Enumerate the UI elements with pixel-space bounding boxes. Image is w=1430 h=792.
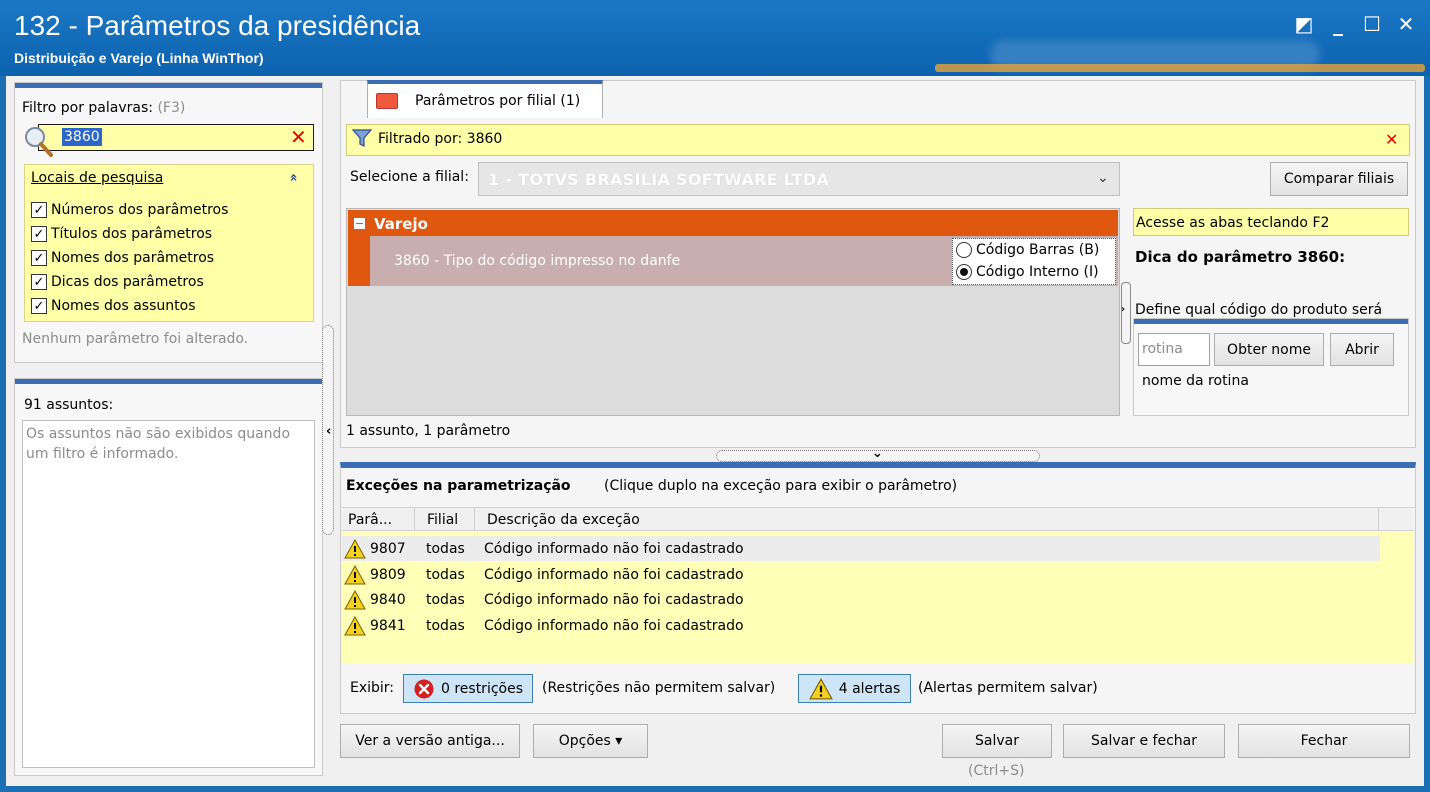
checkbox-icon[interactable]: ✓ (31, 274, 47, 290)
window-subtitle: Distribuição e Varejo (Linha WinThor) (14, 50, 264, 66)
clear-search-icon[interactable]: ✕ (290, 124, 307, 150)
warning-icon (344, 564, 366, 584)
search-value[interactable]: 3860 (62, 128, 102, 146)
blurred-region-accent (935, 64, 1425, 72)
collapse-down-icon[interactable]: ⌄ (872, 446, 883, 461)
expand-right-icon[interactable]: › (1121, 304, 1125, 315)
cell-description: Código informado não foi cadastrado (484, 617, 744, 634)
open-button[interactable]: Abrir (1330, 333, 1394, 366)
checkbox-icon[interactable]: ✓ (31, 250, 47, 266)
alerts-toggle-button[interactable]: 4 alertas (798, 674, 911, 703)
branch-selected-value[interactable]: 1 - TOTVS BRASILIA SOFTWARE LTDA (488, 170, 829, 189)
row-indent (348, 236, 370, 286)
routine-input[interactable]: rotina (1138, 333, 1210, 366)
warning-icon (344, 615, 366, 635)
checkbox-param-numbers[interactable]: ✓ Números dos parâmetros (31, 199, 228, 221)
cell-branch: todas (426, 540, 465, 557)
exceptions-hint: (Clique duplo na exceção para exibir o p… (604, 478, 958, 494)
checkbox-icon[interactable]: ✓ (31, 202, 47, 218)
checkbox-param-names[interactable]: ✓ Nomes dos parâmetros (31, 247, 214, 269)
restore-icon[interactable]: ◩ (1290, 10, 1318, 38)
cell-param: 9841 (370, 617, 406, 634)
filtered-by-bar (346, 124, 1410, 156)
maximize-button[interactable]: ☐ (1358, 10, 1386, 38)
checkbox-subject-names[interactable]: ✓ Nomes dos assuntos (31, 295, 196, 317)
show-label: Exibir: (350, 680, 395, 696)
checkbox-icon[interactable]: ✓ (31, 298, 47, 314)
collapse-group-icon[interactable] (354, 218, 365, 229)
checkbox-icon[interactable]: ✓ (31, 226, 47, 242)
branch-label: Selecione a filial: (350, 169, 469, 185)
column-header-description[interactable]: Descrição da exceção (487, 512, 640, 528)
column-header-param[interactable]: Parâ... (348, 512, 392, 528)
filter-label: Filtro por palavras: (F3) (22, 100, 186, 116)
tip-body: Define qual código do produto será (1135, 302, 1383, 317)
tip-body-container: Define qual código do produto será (1133, 300, 1409, 317)
warning-icon (344, 538, 366, 558)
cell-branch: todas (426, 617, 465, 634)
group-header[interactable] (348, 210, 1118, 236)
restrictions-toggle-button[interactable]: 0 restrições (403, 674, 533, 703)
table-row[interactable]: 9840 todas Código informado não foi cada… (344, 587, 744, 612)
options-button[interactable]: Opções ▾ (533, 724, 648, 758)
minimize-button[interactable]: _ (1324, 10, 1352, 38)
collapse-icon[interactable]: » (287, 173, 302, 181)
funnel-icon (351, 129, 373, 147)
cell-description: Código informado não foi cadastrado (484, 540, 744, 557)
group-label: Varejo (374, 215, 428, 233)
clear-filter-icon[interactable]: ✕ (1385, 130, 1398, 149)
parameter-name: 3860 - Tipo do código impresso no danfe (394, 253, 681, 269)
radio-barcode[interactable]: Código Barras (B) (956, 242, 1099, 258)
cell-param: 9840 (370, 591, 406, 608)
get-name-button[interactable]: Obter nome (1214, 333, 1324, 366)
routine-name-label: nome da rotina (1142, 373, 1249, 389)
parameter-count: 1 assunto, 1 parâmetro (346, 423, 511, 439)
tip-bar-text: Acesse as abas teclando F2 (1136, 215, 1330, 231)
filter-shortcut-hint: (F3) (157, 100, 186, 116)
subjects-message: Os assuntos não são exibidos quando um f… (26, 426, 291, 462)
exceptions-title: Exceções na parametrização (346, 478, 571, 494)
save-and-close-button[interactable]: Salvar e fechar (1063, 724, 1225, 758)
column-header-branch[interactable]: Filial (427, 512, 458, 528)
old-version-button[interactable]: Ver a versão antiga... (340, 724, 520, 758)
table-row[interactable]: 9809 todas Código informado não foi cada… (344, 562, 744, 587)
alerts-note: (Alertas permitem salvar) (918, 680, 1098, 696)
radio-icon[interactable] (956, 242, 972, 258)
cell-description: Código informado não foi cadastrado (484, 591, 744, 608)
checkbox-param-tips[interactable]: ✓ Dicas dos parâmetros (31, 271, 204, 293)
table-row[interactable]: 9841 todas Código informado não foi cada… (344, 613, 744, 638)
collapse-left-icon[interactable]: ‹ (326, 424, 331, 439)
cell-branch: todas (426, 566, 465, 583)
search-icon (25, 127, 53, 157)
cell-param: 9807 (370, 540, 406, 557)
cell-param: 9809 (370, 566, 406, 583)
close-button[interactable]: Fechar (1238, 724, 1410, 758)
subjects-list[interactable] (22, 420, 315, 768)
save-shortcut-hint: (Ctrl+S) (968, 763, 1025, 779)
restrictions-note: (Restrições não permitem salvar) (542, 680, 776, 696)
chevron-down-icon[interactable]: ⌄ (1097, 170, 1109, 186)
radio-internal-code[interactable]: Código Interno (I) (956, 264, 1099, 280)
close-window-button[interactable]: ✕ (1392, 10, 1420, 38)
tab-label: Parâmetros por filial (1) (415, 93, 581, 109)
save-button[interactable]: Salvar (942, 724, 1052, 758)
checkbox-param-titles[interactable]: ✓ Títulos dos parâmetros (31, 223, 212, 245)
compare-branches-button[interactable]: Comparar filiais (1270, 162, 1408, 196)
filtered-by-label: Filtrado por: 3860 (378, 131, 503, 147)
search-locations-title[interactable]: Locais de pesquisa (31, 170, 163, 186)
table-row[interactable]: 9807 todas Código informado não foi cada… (344, 536, 744, 561)
cell-branch: todas (426, 591, 465, 608)
error-icon (414, 679, 434, 698)
cell-description: Código informado não foi cadastrado (484, 566, 744, 583)
subjects-count-label: 91 assuntos: (24, 397, 114, 413)
folder-icon (376, 93, 398, 109)
no-change-message: Nenhum parâmetro foi alterado. (22, 331, 249, 347)
tip-title: Dica do parâmetro 3860: (1135, 248, 1346, 266)
warning-icon (344, 589, 366, 609)
window-title: 132 - Parâmetros da presidência (14, 10, 421, 41)
radio-selected-icon[interactable] (956, 264, 972, 280)
warning-icon (808, 677, 833, 699)
